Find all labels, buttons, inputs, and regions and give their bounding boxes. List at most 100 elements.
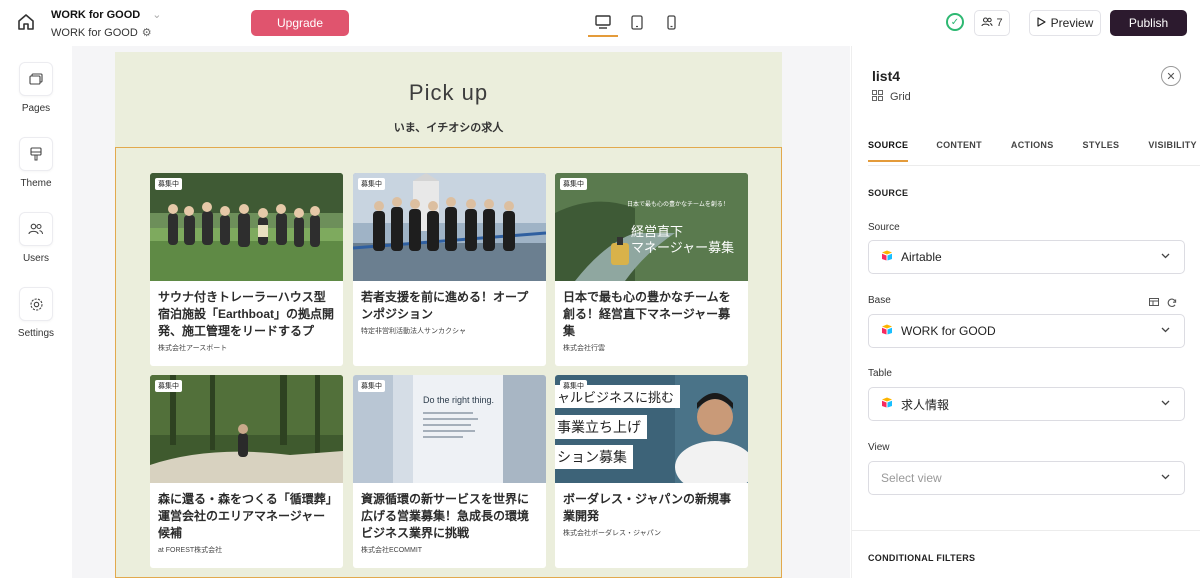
job-card-title: 日本で最も心の豊かなチームを創る！経営直下マネージャー募集 xyxy=(563,290,731,338)
job-card-company: 株式会社行雲 xyxy=(563,345,605,352)
theme-icon xyxy=(19,137,53,171)
conditional-filters-title: CONDITIONAL FILTERS xyxy=(868,553,976,563)
banner-line-2: 事業立ち上げ xyxy=(555,415,647,439)
job-card-image: 募集中 xyxy=(150,173,343,281)
preview-button[interactable]: Preview xyxy=(1029,10,1101,36)
job-card-image: ャルビジネスに挑む 事業立ち上げ ション募集 募集中 xyxy=(555,375,748,483)
tab-source[interactable]: SOURCE xyxy=(868,134,909,162)
chevron-down-icon: ⌄ xyxy=(152,9,162,21)
base-select[interactable]: WORK for GOOD xyxy=(868,314,1185,348)
component-name: list4 xyxy=(872,68,901,84)
sidebar-item-users[interactable]: Users xyxy=(0,212,72,264)
pages-icon xyxy=(19,62,53,96)
sidebar-item-label: Theme xyxy=(20,178,52,189)
left-sidebar: Pages Theme Users Settings xyxy=(0,46,72,578)
base-tools xyxy=(1149,298,1177,310)
source-value: Airtable xyxy=(901,250,942,264)
job-card-image: 募集中 xyxy=(353,173,546,281)
section-title: SOURCE xyxy=(868,188,909,198)
source-label: Source xyxy=(868,222,900,233)
chevron-down-icon xyxy=(1161,325,1170,336)
view-label: View xyxy=(868,442,890,453)
job-card-image: Do the right thing. 募集中 xyxy=(353,375,546,483)
job-card-title: 森に還る・森をつくる「循環葬」運営会社のエリアマネージャー候補 xyxy=(158,492,332,540)
tab-styles[interactable]: STYLES xyxy=(1083,134,1120,165)
gear-icon[interactable]: ⚙ xyxy=(142,26,152,39)
app-subtitle-text: WORK for GOOD xyxy=(51,27,138,39)
tablet-view-icon[interactable] xyxy=(622,8,652,37)
sign-text: Do the right thing. xyxy=(423,395,495,405)
tab-visibility[interactable]: VISIBILITY xyxy=(1148,134,1197,165)
sidebar-item-theme[interactable]: Theme xyxy=(0,137,72,189)
upgrade-button[interactable]: Upgrade xyxy=(251,10,349,36)
home-icon[interactable] xyxy=(16,12,40,34)
job-card-title: ボーダレス・ジャパンの新規事業開発 xyxy=(563,492,732,523)
job-card-image: 募集中 xyxy=(150,375,343,483)
base-label: Base xyxy=(868,295,891,306)
status-badge: 募集中 xyxy=(155,178,182,190)
source-select[interactable]: Airtable xyxy=(868,240,1185,274)
job-card-company: 株式会社ボーダレス・ジャパン xyxy=(563,530,661,537)
editor-canvas: Pick up いま、イチオシの求人 募集中 サウナ付きトレーラーハウス型宿泊施… xyxy=(72,46,850,578)
job-card-company: at FOREST株式会社 xyxy=(158,547,223,554)
view-select[interactable]: Select view xyxy=(868,461,1185,495)
settings-icon xyxy=(19,287,53,321)
users-icon xyxy=(19,212,53,246)
base-value: WORK for GOOD xyxy=(901,324,996,338)
status-badge: 募集中 xyxy=(155,380,182,392)
top-bar: WORK for GOOD ⌄ WORK for GOOD ⚙ Upgrade ✓ … xyxy=(0,0,1200,46)
airtable-icon xyxy=(881,250,893,264)
list4-component[interactable]: 募集中 サウナ付きトレーラーハウス型宿泊施設「Earthboat」の拠点開発、施… xyxy=(115,147,782,578)
job-card[interactable]: ャルビジネスに挑む 事業立ち上げ ション募集 募集中 ボーダレス・ジャパンの新規… xyxy=(555,375,748,568)
refresh-icon[interactable] xyxy=(1167,298,1177,310)
status-badge: 募集中 xyxy=(358,380,385,392)
grid-icon xyxy=(872,90,883,104)
publish-button[interactable]: Publish xyxy=(1110,10,1187,36)
preview-label: Preview xyxy=(1050,16,1094,30)
conditional-filters-section[interactable]: CONDITIONAL FILTERS xyxy=(852,530,1200,578)
saved-status-icon: ✓ xyxy=(946,13,964,31)
table-value: 求人情報 xyxy=(901,397,950,412)
view-placeholder: Select view xyxy=(881,471,942,485)
job-card[interactable]: 募集中 若者支援を前に進める！オープンポジション 特定非営利活動法人サンカクシャ xyxy=(353,173,546,366)
chevron-down-icon xyxy=(1161,251,1170,262)
collaborators-button[interactable]: 7 xyxy=(974,10,1010,36)
status-badge: 募集中 xyxy=(560,380,587,392)
play-icon xyxy=(1037,16,1046,30)
chevron-down-icon xyxy=(1161,472,1170,483)
job-card-company: 特定非営利活動法人サンカクシャ xyxy=(361,328,466,335)
component-type-label: Grid xyxy=(890,91,911,103)
status-badge: 募集中 xyxy=(560,178,587,190)
sidebar-item-settings[interactable]: Settings xyxy=(0,287,72,339)
app-title[interactable]: WORK for GOOD ⌄ xyxy=(51,8,161,21)
job-card[interactable]: 募集中 サウナ付きトレーラーハウス型宿泊施設「Earthboat」の拠点開発、施… xyxy=(150,173,343,366)
section-subheading: いま、イチオシの求人 xyxy=(393,122,504,134)
job-card[interactable]: 日本で最も心の豊かなチームを創る！ 経営直下 マネージャー募集 募集中 日本で最… xyxy=(555,173,748,366)
collaborators-count: 7 xyxy=(996,17,1003,29)
close-icon[interactable]: ✕ xyxy=(1161,66,1181,86)
tab-actions[interactable]: ACTIONS xyxy=(1011,134,1054,165)
panel-tabs: SOURCE CONTENT ACTIONS STYLES VISIBILITY xyxy=(868,134,1200,166)
mobile-view-icon[interactable] xyxy=(656,8,686,37)
job-card-title: 資源循環の新サービスを世界に広げる営業募集！急成長の環境ビジネス業界に挑戦 xyxy=(361,492,530,540)
banner-tagline: 日本で最も心の豊かなチームを創る！ xyxy=(627,202,729,208)
job-card-company: 株式会社ECOMMIT xyxy=(361,547,423,554)
sidebar-item-pages[interactable]: Pages xyxy=(0,62,72,114)
job-card-company: 株式会社アースボート xyxy=(158,345,228,352)
job-card[interactable]: 募集中 森に還る・森をつくる「循環葬」運営会社のエリアマネージャー候補 at F… xyxy=(150,375,343,568)
table-icon[interactable] xyxy=(1149,298,1159,310)
chevron-down-icon xyxy=(1161,398,1170,409)
airtable-icon xyxy=(881,397,893,411)
section-heading: Pick up xyxy=(408,80,489,105)
job-card[interactable]: Do the right thing. 募集中 資源循環の新サービスを世界に広げ… xyxy=(353,375,546,568)
banner-line-3: ション募集 xyxy=(555,445,633,469)
job-card-title: サウナ付きトレーラーハウス型宿泊施設「Earthboat」の拠点開発、施工管理を… xyxy=(158,290,335,338)
job-card-title: 若者支援を前に進める！オープンポジション xyxy=(361,290,529,321)
desktop-view-icon[interactable] xyxy=(588,8,618,37)
status-badge: 募集中 xyxy=(358,178,385,190)
component-type: Grid xyxy=(872,90,911,104)
sidebar-item-label: Settings xyxy=(17,328,55,339)
tab-content[interactable]: CONTENT xyxy=(936,134,982,165)
table-select[interactable]: 求人情報 xyxy=(868,387,1185,421)
page-preview: Pick up いま、イチオシの求人 募集中 サウナ付きトレーラーハウス型宿泊施… xyxy=(115,52,782,578)
